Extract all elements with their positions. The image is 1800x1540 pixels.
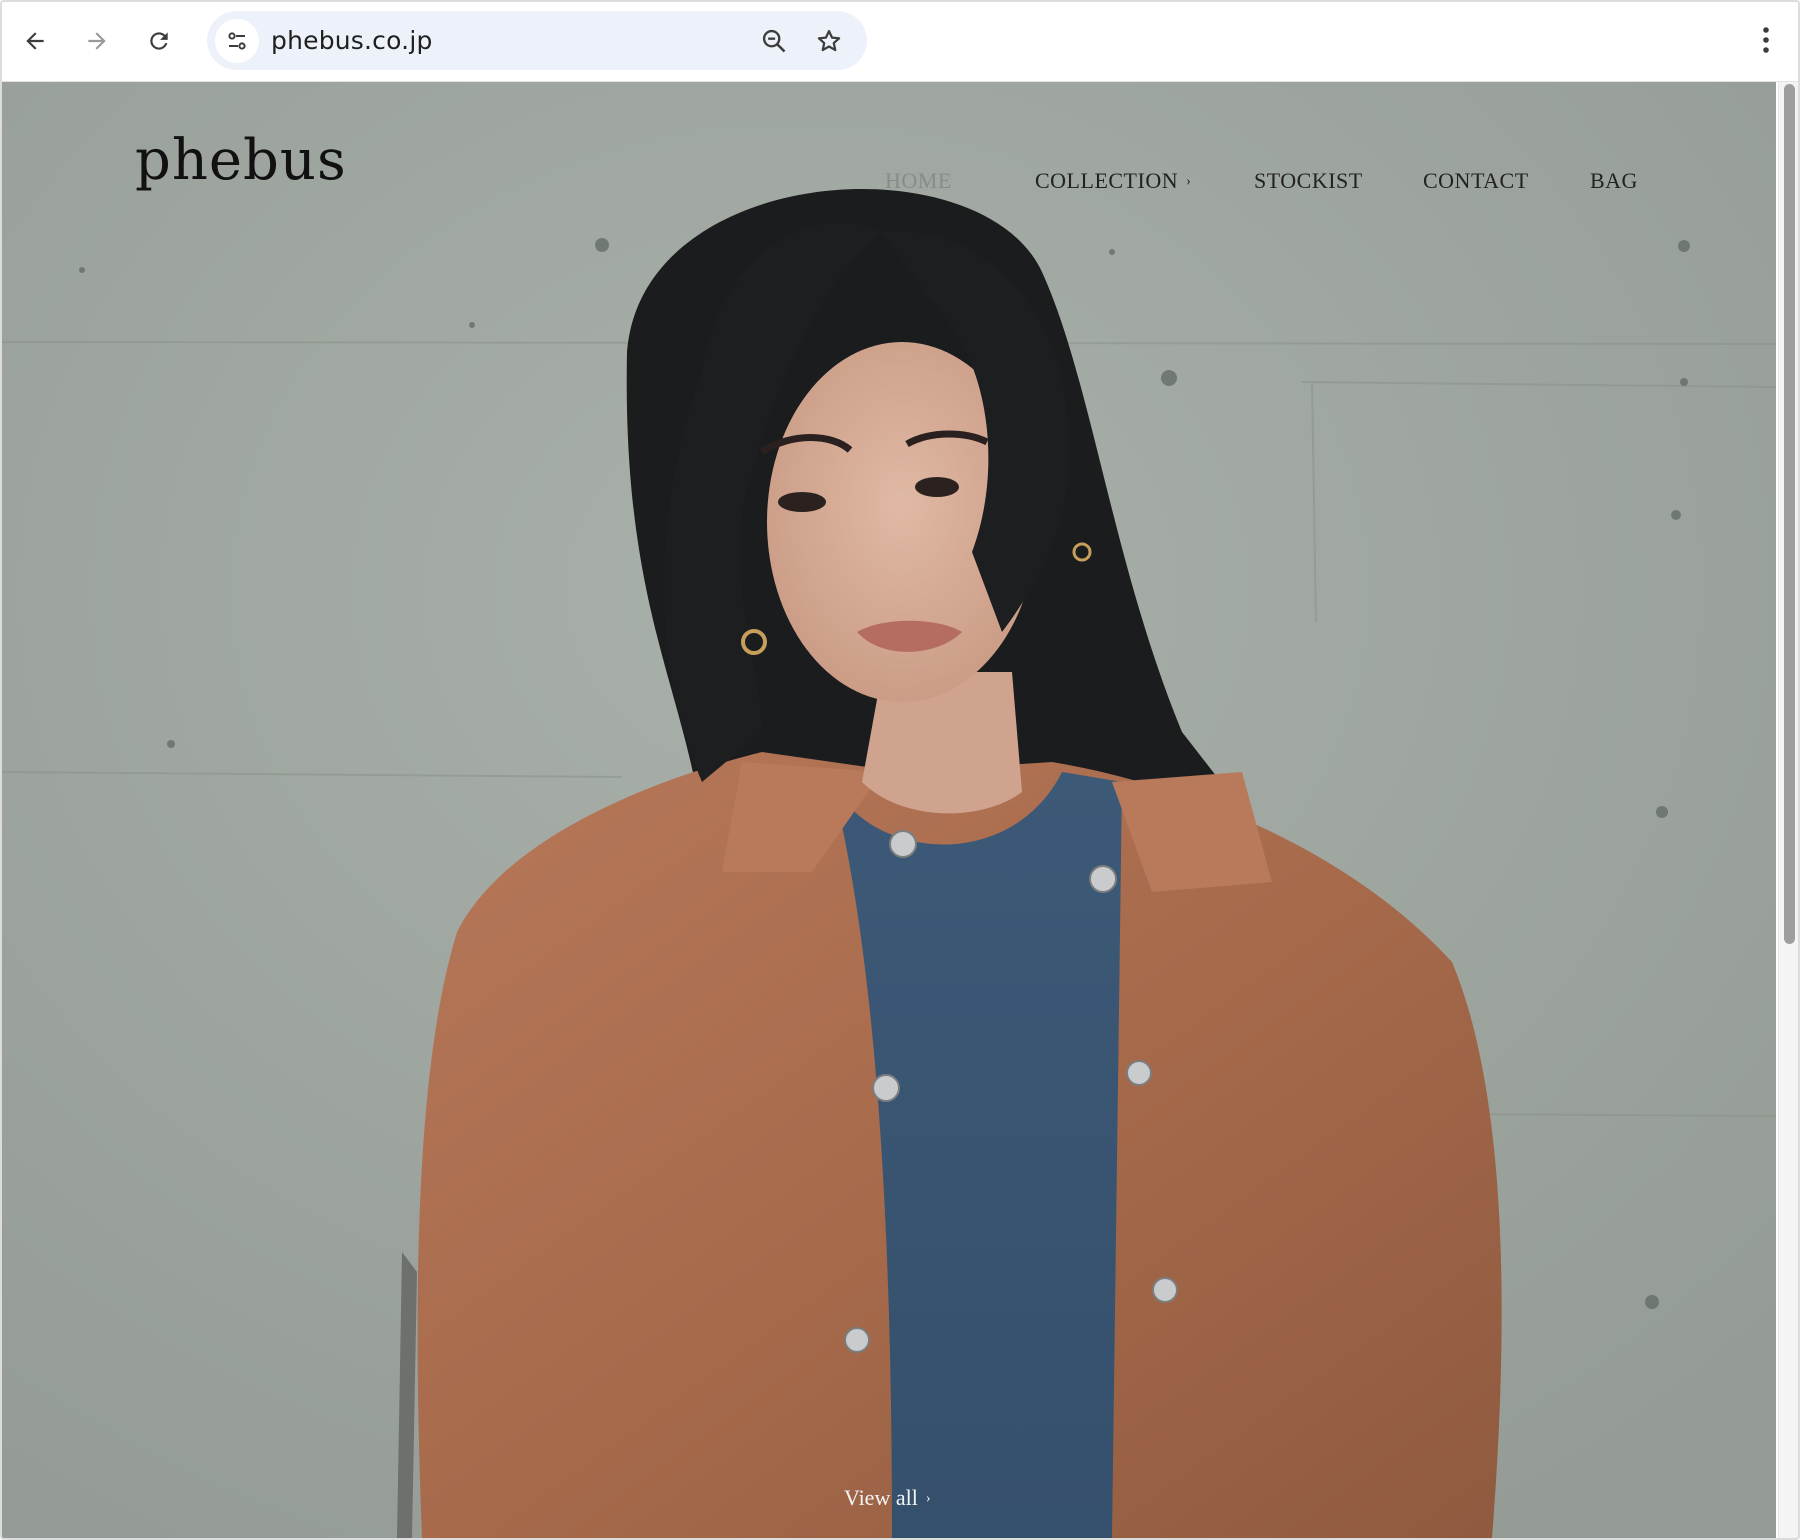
address-bar[interactable]: phebus.co.jp	[207, 11, 867, 70]
view-all-label: View all	[844, 1485, 918, 1510]
hero-photo	[2, 82, 1776, 1538]
forward-button[interactable]	[73, 17, 121, 65]
nav-contact[interactable]: CONTACT	[1423, 168, 1529, 194]
nav-collection[interactable]: COLLECTION ›	[1035, 168, 1191, 194]
nav-bag[interactable]: BAG	[1590, 168, 1638, 194]
browser-menu-button[interactable]	[1746, 20, 1786, 60]
arrow-right-icon	[88, 32, 106, 50]
zoom-button[interactable]	[757, 24, 791, 58]
chevron-right-icon: ›	[925, 1491, 931, 1506]
bookmark-button[interactable]	[812, 24, 846, 58]
arrow-left-icon	[26, 32, 44, 50]
scrollbar-thumb[interactable]	[1784, 84, 1795, 944]
back-button[interactable]	[11, 17, 59, 65]
site-navigation: HOME COLLECTION › STOCKIST CONTACT BAG	[2, 168, 1776, 208]
nav-stockist[interactable]: STOCKIST	[1254, 168, 1363, 194]
nav-collection-label: COLLECTION	[1035, 168, 1179, 193]
page-viewport: phebus HOME COLLECTION › STOCKIST CONTACT…	[2, 82, 1776, 1538]
reload-icon	[150, 32, 168, 50]
star-icon	[817, 29, 841, 52]
nav-home[interactable]: HOME	[885, 168, 952, 194]
more-vert-icon	[1763, 27, 1769, 53]
browser-toolbar: phebus.co.jp	[0, 0, 1800, 82]
view-all-link[interactable]: View all ›	[844, 1485, 931, 1511]
chevron-right-icon: ›	[1186, 174, 1192, 189]
site-info-button[interactable]	[215, 19, 259, 63]
reload-button[interactable]	[135, 17, 183, 65]
zoom-out-icon	[762, 29, 786, 53]
url-text[interactable]: phebus.co.jp	[271, 26, 433, 55]
tune-icon	[228, 32, 246, 50]
